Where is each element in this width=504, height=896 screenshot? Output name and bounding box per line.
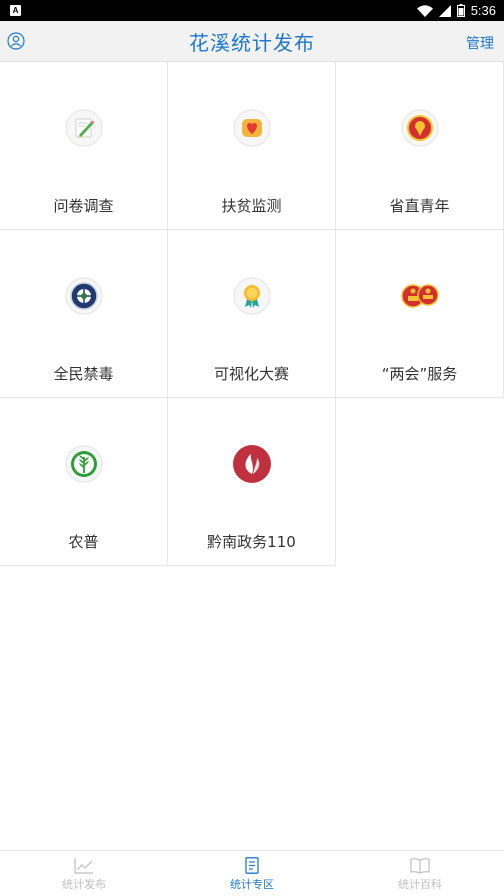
two-sessions-emblems-icon — [400, 284, 439, 308]
battery-icon — [456, 4, 465, 17]
grid-item-visualization-contest[interactable]: 可视化大赛 — [168, 230, 336, 398]
grid-item-qiannan-gov-110[interactable]: 黔南政务110 — [168, 398, 336, 566]
grid-item-label: 全民禁毒 — [53, 365, 114, 383]
page-title: 花溪统计发布 — [189, 30, 315, 55]
grid-item-provincial-youth[interactable]: 省直青年 — [336, 62, 504, 230]
grid-item-label: 可视化大赛 — [213, 365, 289, 383]
grid-item-agriculture-census[interactable]: 农普 — [0, 398, 168, 566]
grid-item-label: 黔南政务110 — [207, 533, 296, 551]
grid-item-label: “两会”服务 — [381, 365, 458, 383]
agriculture-census-icon — [65, 445, 102, 483]
open-book-icon — [410, 858, 430, 874]
tab-statistics-zone[interactable]: 统计专区 — [168, 851, 336, 896]
tab-label: 统计百科 — [398, 878, 442, 891]
bottom-tab-bar: 统计发布 统计专区 统计百科 — [0, 850, 504, 896]
grid-item-label: 省直青年 — [389, 197, 450, 215]
grid-item-poverty-monitoring[interactable]: 扶贫监测 — [168, 62, 336, 230]
leaf-logo-icon — [232, 445, 271, 483]
youth-league-emblem-icon — [401, 109, 438, 147]
grid-item-two-sessions[interactable]: “两会”服务 — [336, 230, 504, 398]
anti-drug-emblem-icon — [65, 277, 102, 315]
questionnaire-pencil-icon — [65, 109, 102, 147]
tab-statistics-release[interactable]: 统计发布 — [0, 851, 168, 896]
grid-item-questionnaire[interactable]: 问卷调查 — [0, 62, 168, 230]
tab-label: 统计发布 — [62, 878, 106, 891]
grid-item-anti-drug[interactable]: 全民禁毒 — [0, 230, 168, 398]
grid-item-label: 问卷调查 — [53, 197, 114, 215]
tab-label: 统计专区 — [230, 878, 274, 891]
wifi-icon — [416, 4, 433, 17]
status-bar: A 5:36 — [0, 0, 504, 21]
feature-grid: 问卷调查 扶贫监测 省直青年 全民禁毒 可视化大赛 “两会”服务 农普 黔南政务… — [0, 62, 504, 566]
tab-statistics-encyclopedia[interactable]: 统计百科 — [336, 851, 504, 896]
line-chart-icon — [74, 858, 93, 874]
grid-item-label: 扶贫监测 — [221, 197, 282, 215]
grid-empty-slot — [336, 398, 504, 566]
manage-link[interactable]: 管理 — [466, 33, 494, 53]
notification-icon: A — [10, 5, 21, 16]
user-icon[interactable] — [7, 32, 25, 50]
award-medal-icon — [233, 277, 270, 315]
document-icon — [245, 857, 259, 874]
app-header: 花溪统计发布 管理 — [0, 21, 504, 62]
cell-signal-icon — [438, 4, 451, 17]
poverty-heart-icon — [233, 109, 270, 147]
status-time: 5:36 — [470, 3, 496, 18]
grid-item-label: 农普 — [68, 533, 99, 551]
